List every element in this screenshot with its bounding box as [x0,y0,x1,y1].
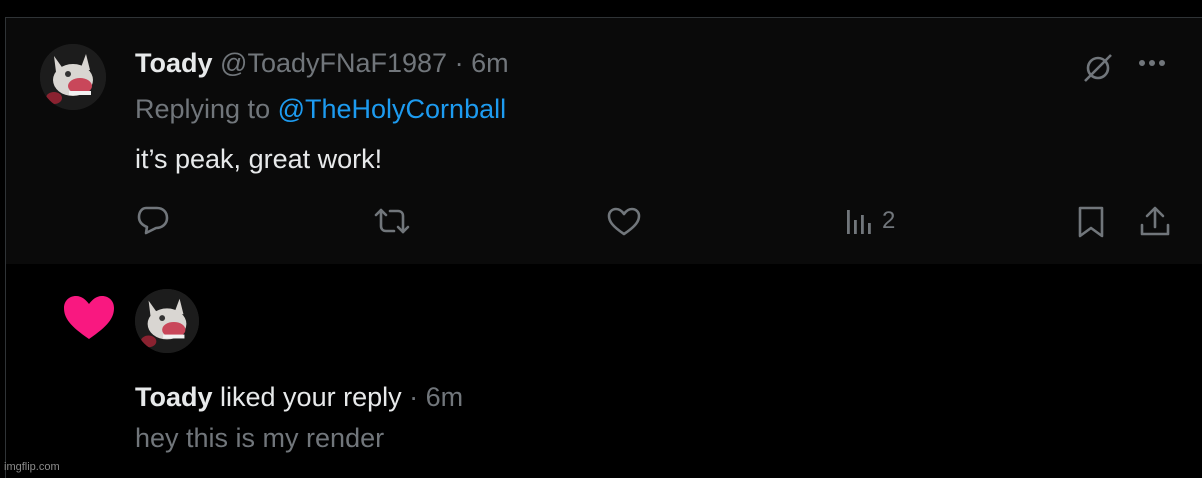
tweet-header: Toady @ToadyFNaF1987 · 6m [135,46,509,80]
notification-summary: Toady liked your reply · 6m [135,380,463,414]
like-notification[interactable]: Toady liked your reply · 6m hey this is … [5,264,1202,478]
separator-dot: · [454,48,464,78]
share-icon[interactable] [1138,205,1172,239]
tweet-text: it’s peak, great work! [135,144,383,174]
tweet-card[interactable]: Toady @ToadyFNaF1987 · 6m Replying to @T… [5,17,1202,265]
separator-dot: · [401,382,426,412]
liked-reply-text: hey this is my render [135,423,385,453]
heart-shape [64,296,114,339]
views-icon[interactable] [844,206,874,236]
like-icon[interactable] [607,207,641,237]
replying-to-mention[interactable]: @TheHolyCornball [278,94,507,124]
watermark: imgflip.com [4,461,60,473]
actor-avatar[interactable] [135,289,199,353]
notification-action: liked your reply [212,382,402,412]
views-count: 2 [882,207,896,234]
author-name[interactable]: Toady [135,48,213,78]
author-handle[interactable]: @ToadyFNaF1987 [220,48,447,78]
retweet-icon[interactable] [372,206,412,236]
actor-name[interactable]: Toady [135,382,213,412]
more-icon[interactable] [1136,57,1168,69]
replying-to-line: Replying to @TheHolyCornball [135,92,506,126]
tweet-time[interactable]: 6m [471,48,509,78]
bookmark-icon[interactable] [1076,205,1106,239]
replying-prefix: Replying to [135,94,278,124]
no-edit-icon[interactable] [1080,50,1116,86]
author-avatar[interactable] [40,44,106,110]
notification-time: 6m [425,382,464,412]
heart-icon [62,294,116,347]
reply-icon[interactable] [136,204,170,236]
